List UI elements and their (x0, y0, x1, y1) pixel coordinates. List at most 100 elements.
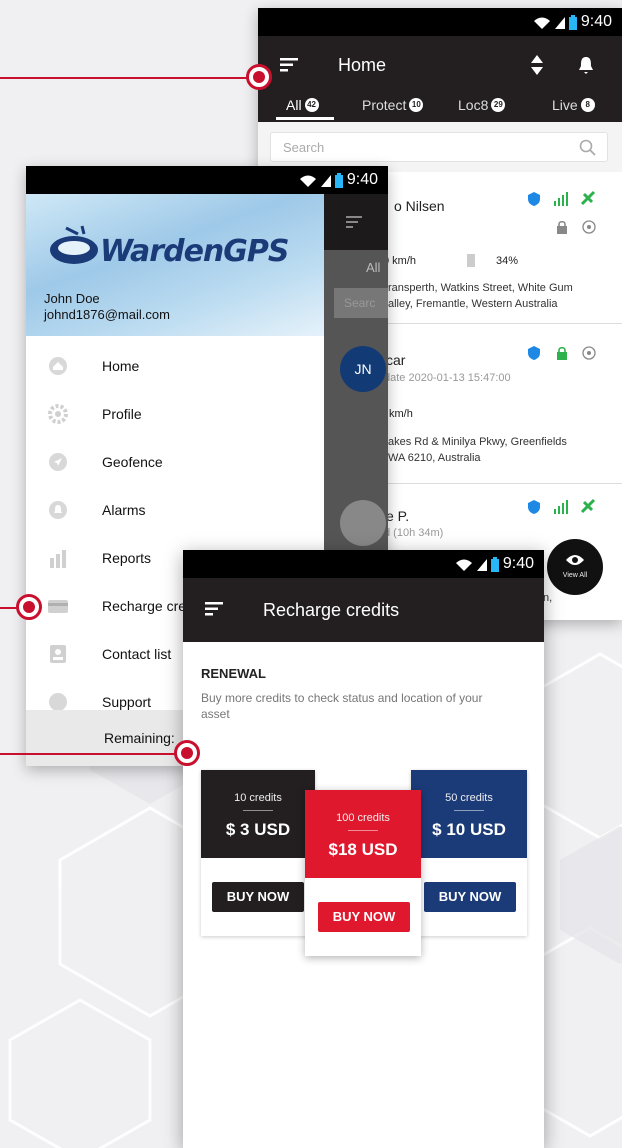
clock: 9:40 (502, 555, 534, 572)
last-update: date 2020-01-13 15:47:00 (384, 372, 511, 384)
callout-line (0, 77, 248, 79)
menu-icon[interactable] (205, 602, 223, 616)
plan-header: 50 credits $ 10 USD (411, 770, 527, 858)
cell-signal-icon (320, 174, 331, 187)
speed-value: km/h (389, 408, 413, 420)
tab-loc8[interactable]: Loc8 29 (458, 97, 506, 113)
section-title: RENEWAL (201, 666, 266, 681)
device-name: o Nilsen (394, 198, 445, 214)
plan-card-100-credits: 100 credits $18 USD BUY NOW (305, 790, 421, 956)
nav-item-profile[interactable]: Profile (26, 392, 324, 436)
cell-signal-icon (554, 16, 565, 29)
tab-live[interactable]: Live 8 (552, 97, 595, 113)
tab-protect[interactable]: Protect 10 (362, 97, 424, 113)
home-icon (49, 357, 67, 375)
section-description: Buy more credits to check status and loc… (201, 691, 483, 721)
shield-icon (528, 346, 540, 360)
tab-bar: All 42 Protect 10 Loc8 29 Live 8 (258, 92, 622, 122)
wifi-icon (533, 17, 550, 29)
plan-price: $18 USD (328, 840, 398, 859)
status-bar: 9:40 (183, 550, 544, 578)
signal-icons (533, 14, 577, 30)
support-icon (49, 693, 67, 711)
plan-credits: 10 credits (234, 792, 282, 804)
lock-icon (557, 346, 567, 360)
device-name: car (386, 352, 406, 368)
callout-marker (246, 64, 272, 90)
page-title: Recharge credits (263, 600, 400, 620)
eye-icon (566, 555, 584, 565)
menu-icon[interactable] (280, 58, 298, 72)
avatar: JN (340, 346, 386, 392)
plan-divider (243, 810, 273, 811)
gear-icon (48, 404, 68, 424)
callout-line (0, 753, 176, 755)
signal-icons (299, 172, 343, 188)
device-name: e P. (386, 508, 410, 524)
search-bar: Search (258, 122, 622, 172)
battery-icon (334, 172, 343, 188)
remaining-label: Remaining: (104, 730, 175, 746)
tab-all[interactable]: All 42 (286, 97, 319, 113)
plan-divider (348, 830, 378, 831)
brand-logo-text: WardenGPS (100, 234, 289, 269)
shield-icon (528, 192, 540, 206)
plan-card-10-credits: 10 credits $ 3 USD BUY NOW (201, 770, 315, 936)
app-bar (258, 36, 622, 92)
target-icon (582, 346, 596, 360)
status-bar: 9:40 (26, 166, 388, 194)
view-all-button[interactable]: View All (547, 539, 603, 595)
satellite-icon (580, 190, 596, 206)
plan-price: $ 10 USD (432, 820, 506, 839)
contact-icon (50, 645, 66, 663)
plan-price: $ 3 USD (225, 820, 291, 839)
signal-bars-icon (554, 500, 568, 514)
cell-signal-icon (476, 558, 487, 571)
wardengps-logo-icon (50, 225, 98, 264)
drawer-header: WardenGPS John Doe johnd1876@mail.com (26, 194, 324, 336)
user-name: John Doe (44, 291, 100, 306)
callout-marker (16, 594, 42, 620)
nav-item-geofence[interactable]: Geofence (26, 440, 324, 484)
app-bar: Recharge credits (183, 578, 544, 642)
vehicle-thumbnail (340, 500, 386, 546)
shield-icon (528, 500, 540, 514)
search-input[interactable]: Search (270, 132, 608, 162)
battery-icon (568, 14, 577, 30)
plan-header: 10 credits $ 3 USD (201, 770, 315, 858)
lock-icon (557, 220, 567, 234)
nav-item-home[interactable]: Home (26, 344, 324, 388)
plan-divider (454, 810, 484, 811)
callout-marker (174, 740, 200, 766)
nav-item-alarms[interactable]: Alarms (26, 488, 324, 532)
wifi-icon (299, 175, 316, 187)
credit-card-icon (48, 600, 68, 613)
view-all-label: View All (562, 572, 588, 579)
battery-icon (490, 556, 499, 572)
menu-icon (346, 216, 362, 228)
recharge-screen: 9:40 Recharge credits RENEWAL Buy more c… (183, 550, 544, 1148)
sort-icon[interactable] (530, 54, 544, 76)
plan-credits: 50 credits (445, 792, 493, 804)
signal-icons (455, 556, 499, 572)
alarm-icon (49, 501, 67, 519)
address: ransperth, Watkins Street, White Gum alle… (388, 282, 573, 310)
duration: d (10h 34m) (384, 527, 444, 539)
active-tab-indicator (276, 117, 334, 120)
battery-value: 34% (496, 255, 519, 267)
clock: 9:40 (580, 13, 612, 30)
plan-header: 100 credits $18 USD (305, 790, 421, 878)
bell-icon[interactable] (578, 55, 594, 75)
underlay-search: Searc (334, 288, 388, 318)
bar-chart-icon (50, 550, 66, 568)
buy-now-button[interactable]: BUY NOW (424, 882, 516, 912)
buy-now-button[interactable]: BUY NOW (212, 882, 304, 912)
plan-credits: 100 credits (336, 812, 390, 824)
page-title: Home (338, 55, 387, 75)
search-icon (579, 139, 596, 156)
address: akes Rd & Minilya Pkwy, Greenfields WA 62… (388, 436, 567, 464)
wifi-icon (455, 559, 472, 571)
satellite-icon (580, 498, 596, 514)
fuel-icon (467, 254, 475, 267)
buy-now-button[interactable]: BUY NOW (318, 902, 410, 932)
